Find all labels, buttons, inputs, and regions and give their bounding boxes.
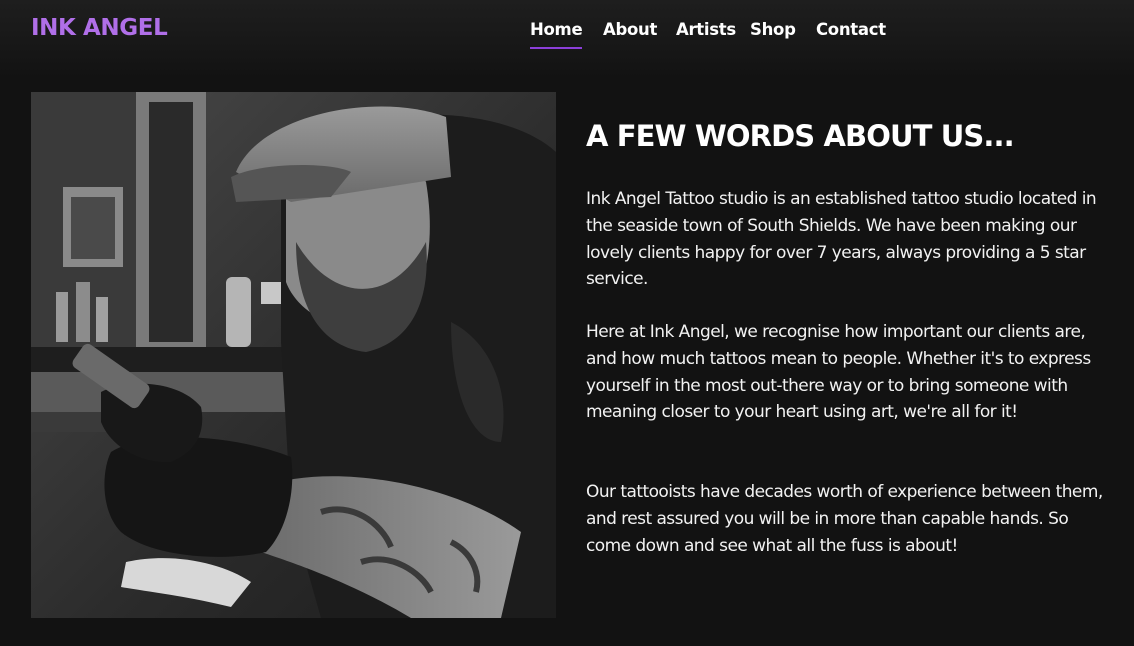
nav-item-home[interactable]: Home xyxy=(530,20,583,49)
site-logo[interactable]: INK ANGEL xyxy=(31,15,168,41)
about-heading: A FEW WORDS ABOUT US... xyxy=(586,119,1015,153)
about-section: A FEW WORDS ABOUT US... Ink Angel Tattoo… xyxy=(586,116,1116,556)
nav-item-artists[interactable]: Artists xyxy=(676,20,736,39)
about-paragraph-2: Here at Ink Angel, we recognise how impo… xyxy=(586,322,1091,423)
site-header: INK ANGEL Home About Artists Shop Contac… xyxy=(0,0,1134,78)
nav-item-contact[interactable]: Contact xyxy=(816,20,886,39)
tattoo-artist-photo xyxy=(31,92,556,618)
nav-item-shop[interactable]: Shop xyxy=(750,20,796,39)
nav-item-about[interactable]: About xyxy=(603,20,657,39)
about-paragraph-3: Our tattooists have decades worth of exp… xyxy=(586,482,1103,556)
about-paragraph-1: Ink Angel Tattoo studio is an establishe… xyxy=(586,189,1097,290)
